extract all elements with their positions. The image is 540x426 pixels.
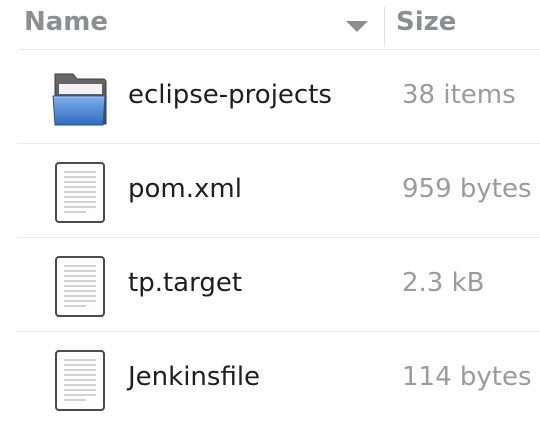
sort-descending-icon[interactable] <box>346 21 368 32</box>
file-row-jenkinsfile[interactable]: Jenkinsfile 114 bytes <box>0 332 540 426</box>
folder-icon <box>50 66 110 130</box>
file-row-tp-target[interactable]: tp.target 2.3 kB <box>0 238 540 332</box>
document-icon <box>50 254 110 318</box>
file-size: 114 bytes <box>402 362 532 392</box>
name-column-label: Name <box>24 7 109 37</box>
file-size: 38 items <box>402 80 516 110</box>
column-divider[interactable] <box>384 6 385 46</box>
document-icon <box>50 160 110 224</box>
file-name: eclipse-projects <box>128 80 332 110</box>
document-icon <box>50 348 110 412</box>
file-row-pom-xml[interactable]: pom.xml 959 bytes <box>0 144 540 238</box>
file-row-eclipse-projects[interactable]: eclipse-projects 38 items <box>0 50 540 144</box>
file-name: pom.xml <box>128 174 242 204</box>
size-column-label: Size <box>396 7 457 37</box>
file-size: 959 bytes <box>402 174 532 204</box>
size-column-header[interactable]: Size <box>386 0 540 50</box>
file-name: tp.target <box>128 268 243 298</box>
file-name: Jenkinsfile <box>128 362 261 392</box>
file-size: 2.3 kB <box>402 268 485 298</box>
name-column-header[interactable]: Name <box>0 0 386 50</box>
column-header-bar: Name Size <box>0 0 540 50</box>
